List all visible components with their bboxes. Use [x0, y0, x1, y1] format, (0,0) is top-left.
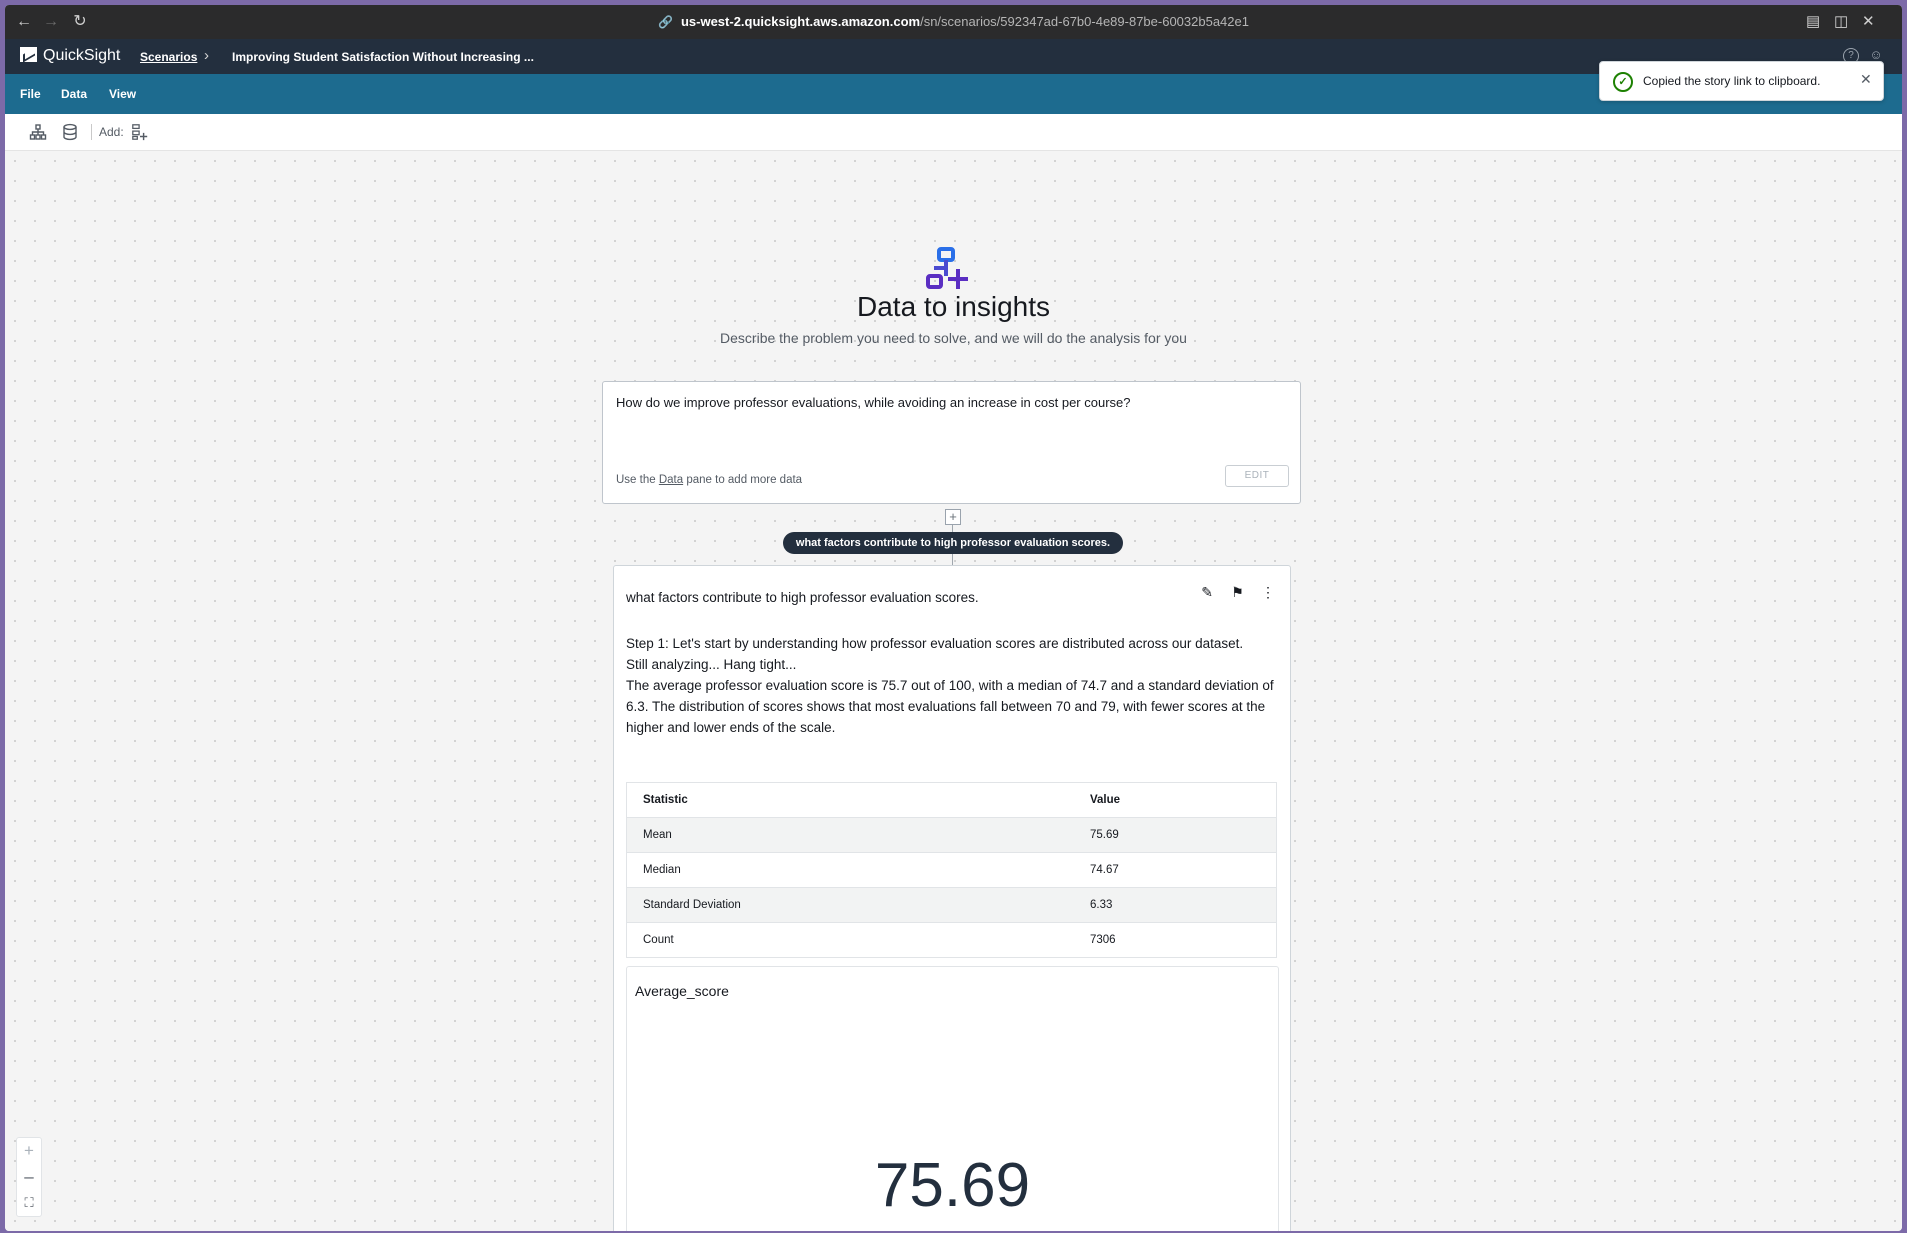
analysis-step-card: what factors contribute to high professo… — [613, 565, 1291, 1231]
data-pane-link[interactable]: Data — [659, 474, 683, 486]
table-row: Median 74.67 — [626, 852, 1277, 888]
edit-pencil-icon[interactable]: ✎ — [1197, 584, 1217, 601]
browser-window: ← → ↻ 🔗 us-west-2.quicksight.aws.amazon.c… — [5, 5, 1902, 1231]
card-actions: ✎ ⚑ ⋮ — [1191, 584, 1278, 604]
menu-file[interactable]: File — [20, 87, 41, 101]
fit-to-screen-icon[interactable]: ⛶ — [17, 1190, 41, 1216]
table-row: Standard Deviation 6.33 — [626, 887, 1277, 923]
table-cell: Median — [626, 852, 1074, 888]
browser-toolbar: ← → ↻ 🔗 us-west-2.quicksight.aws.amazon.c… — [5, 5, 1902, 39]
narrative-paragraph: Still analyzing... Hang tight... — [626, 657, 797, 672]
problem-statement-text: How do we improve professor evaluations,… — [616, 395, 1131, 410]
toast-message: Copied the story link to clipboard. — [1643, 74, 1821, 88]
prompt-footer-pre: Use the — [616, 474, 656, 486]
column-header-value: Value — [1074, 782, 1277, 818]
close-icon[interactable]: ✕ — [1860, 71, 1872, 88]
zoom-controls: + – ⛶ — [16, 1137, 42, 1217]
scenario-canvas[interactable]: Data to insights Describe the problem yo… — [5, 151, 1902, 1231]
toolbar-divider — [91, 124, 92, 140]
column-header-statistic: Statistic — [626, 782, 1074, 818]
toast-notification: ✓ Copied the story link to clipboard. ✕ — [1599, 61, 1884, 101]
url-host: us-west-2.quicksight.aws.amazon.com — [680, 14, 921, 29]
hierarchy-icon[interactable] — [29, 123, 47, 141]
user-icon[interactable]: ☺ — [1869, 48, 1883, 62]
menu-data[interactable]: Data — [61, 87, 87, 101]
zoom-out-icon[interactable]: – — [17, 1164, 41, 1190]
check-circle-icon: ✓ — [1613, 72, 1633, 92]
table-cell: 74.67 — [1074, 852, 1277, 888]
kpi-label: Average_score — [635, 983, 729, 999]
split-view-icon[interactable]: ◫ — [1834, 12, 1848, 30]
table-cell: 6.33 — [1074, 887, 1277, 923]
more-options-icon[interactable]: ⋮ — [1258, 584, 1278, 601]
zoom-in-icon[interactable]: + — [17, 1138, 41, 1164]
quicksight-logo[interactable]: QuickSight — [20, 47, 120, 65]
url-path: /sn/scenarios/592347ad-67b0-4e89-87be-60… — [920, 14, 1249, 29]
analysis-narrative: Step 1: Let's start by understanding how… — [626, 633, 1274, 738]
kpi-value: 75.69 — [874, 1151, 1031, 1220]
table-cell: 7306 — [1074, 922, 1277, 958]
narrative-paragraph: The average professor evaluation score i… — [626, 678, 1274, 735]
add-analysis-icon[interactable] — [131, 123, 149, 141]
table-row: Count 7306 — [626, 922, 1277, 958]
menu-view[interactable]: View — [109, 87, 136, 101]
table-cell: 75.69 — [1074, 817, 1277, 853]
link-icon: 🔗 — [658, 15, 673, 29]
edit-button[interactable]: EDIT — [1225, 465, 1289, 487]
table-cell: Count — [626, 922, 1074, 958]
quicksight-logo-icon — [20, 47, 37, 62]
prompt-footer: Use the Data pane to add more data — [616, 474, 802, 486]
table-cell: Standard Deviation — [626, 887, 1074, 923]
problem-statement-card[interactable]: How do we improve professor evaluations,… — [602, 381, 1301, 504]
narrative-paragraph: Step 1: Let's start by understanding how… — [626, 636, 1244, 651]
kpi-visual[interactable]: Average_score 75.69 — [626, 966, 1279, 1231]
breadcrumb-scenarios[interactable]: Scenarios — [140, 50, 197, 64]
app-name: QuickSight — [43, 47, 121, 64]
database-icon[interactable] — [61, 123, 79, 141]
close-window-icon[interactable]: ✕ — [1862, 12, 1875, 30]
data-to-insights-icon — [926, 247, 968, 289]
step-pill[interactable]: what factors contribute to high professo… — [783, 532, 1123, 554]
page-title: Data to insights — [857, 291, 1050, 322]
table-row: Mean 75.69 — [626, 817, 1277, 853]
prompt-footer-post: pane to add more data — [686, 474, 803, 486]
reader-mode-icon[interactable]: ▤ — [1806, 12, 1820, 30]
table-cell: Mean — [626, 817, 1074, 853]
page-subtitle: Describe the problem you need to solve, … — [720, 330, 1187, 346]
add-step-plus-icon[interactable]: + — [945, 509, 961, 525]
table-header-row: Statistic Value — [626, 782, 1277, 818]
analysis-step-title: what factors contribute to high professo… — [626, 590, 979, 605]
statistics-table: Statistic Value Mean 75.69 Median 74.67 … — [626, 782, 1277, 958]
add-label: Add: — [99, 125, 124, 139]
chevron-right-icon: › — [204, 47, 209, 64]
toolbar: Add: — [5, 114, 1902, 151]
address-bar[interactable]: 🔗 us-west-2.quicksight.aws.amazon.com/sn/… — [5, 14, 1902, 29]
breadcrumb-current: Improving Student Satisfaction Without I… — [232, 50, 534, 64]
flag-icon[interactable]: ⚑ — [1228, 584, 1248, 601]
